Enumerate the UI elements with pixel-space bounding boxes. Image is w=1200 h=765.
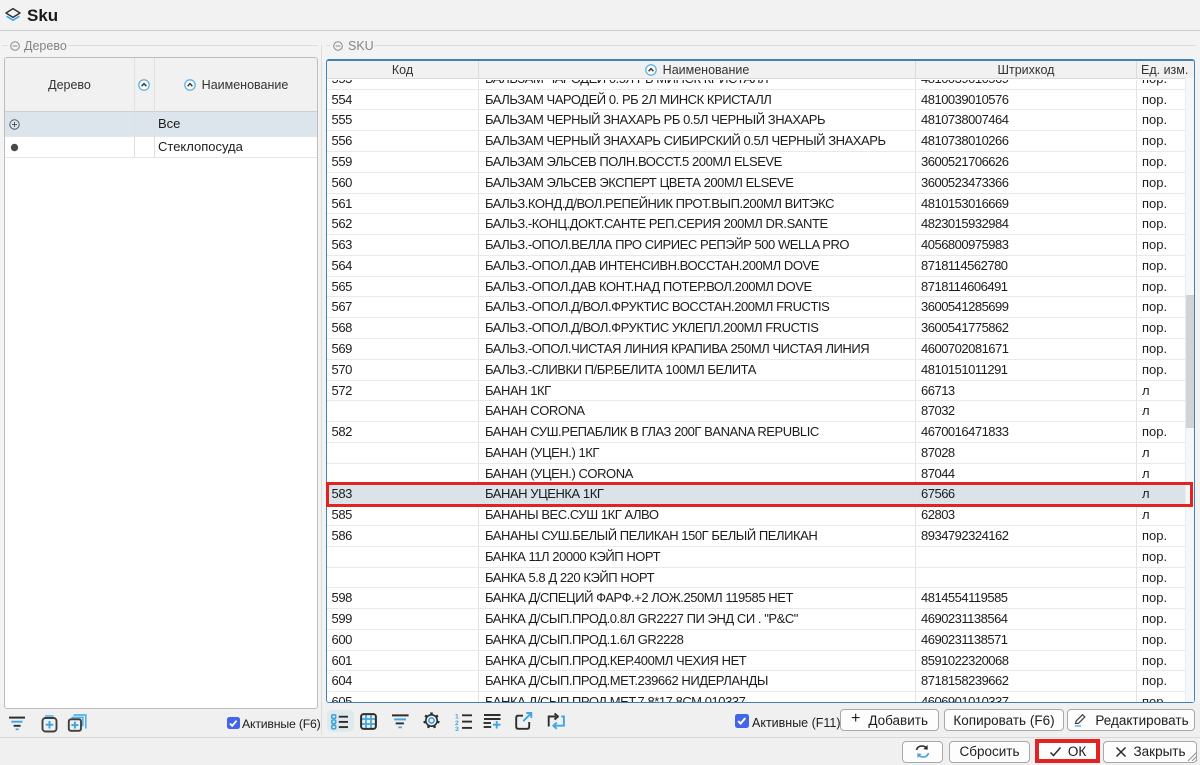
svg-text:3: 3 <box>455 726 459 731</box>
